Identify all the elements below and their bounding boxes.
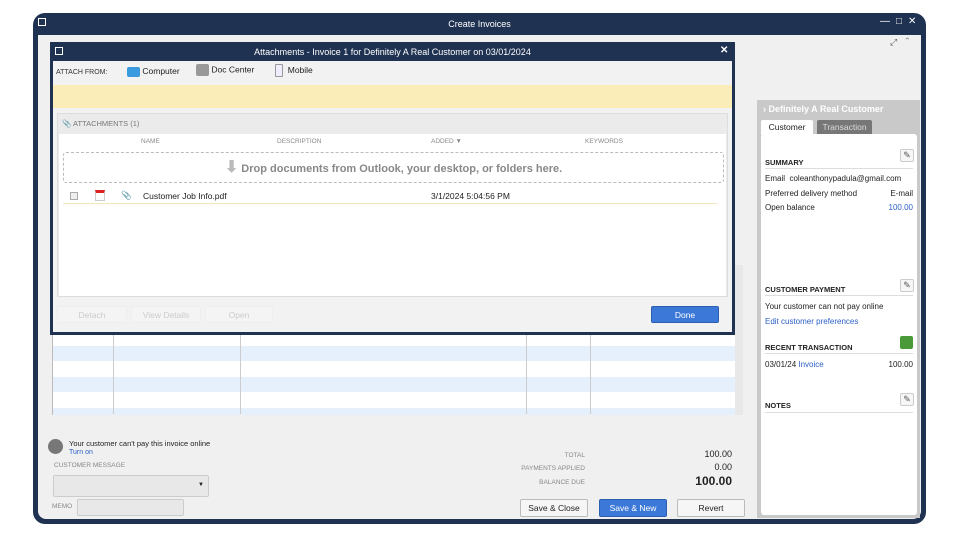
- edit-preferences-link[interactable]: Edit customer preferences: [765, 317, 858, 326]
- email-value: coleanthonypadula@gmail.com: [789, 174, 902, 183]
- edit-payment-pencil-icon[interactable]: ✎: [900, 279, 914, 292]
- row-checkbox[interactable]: [70, 192, 78, 200]
- edit-summary-pencil-icon[interactable]: ✎: [900, 149, 914, 162]
- drop-hint: Drop documents from Outlook, your deskto…: [241, 163, 563, 175]
- quick-report-icon[interactable]: [900, 336, 913, 349]
- delivery-value: E-mail: [890, 189, 913, 198]
- customer-message-label: CUSTOMER MESSAGE: [54, 462, 126, 469]
- window-controls[interactable]: —□✕: [880, 16, 922, 27]
- customer-panel-title[interactable]: › Definitely A Real Customer: [763, 104, 883, 114]
- mobile-label: Mobile: [287, 64, 313, 75]
- attachments-list[interactable]: NAME DESCRIPTION ADDED ▼ KEYWORDS ⬇ Drop…: [59, 134, 726, 296]
- recent-transaction-heading: RECENT TRANSACTION: [765, 343, 853, 352]
- column-added[interactable]: ADDED ▼: [431, 138, 462, 145]
- detach-button[interactable]: Detach: [57, 306, 127, 323]
- total-label: TOTAL: [564, 452, 585, 459]
- dialog-menu-icon[interactable]: [55, 47, 63, 55]
- customer-payment-heading: CUSTOMER PAYMENT: [765, 285, 846, 294]
- attachments-panel: 📎 ATTACHMENTS (1) NAME DESCRIPTION ADDED…: [57, 113, 728, 297]
- balance-due-label: BALANCE DUE: [539, 479, 585, 486]
- attach-from-computer[interactable]: Computer: [127, 66, 180, 77]
- paperclip-icon: 📎: [121, 190, 132, 200]
- customer-card: SUMMARY ✎ Email coleanthonypadula@gmail.…: [761, 134, 917, 515]
- online-payment-icon: [48, 439, 63, 454]
- grid-scrollbar[interactable]: [735, 265, 743, 415]
- transaction-amount: 100.00: [888, 360, 913, 369]
- open-balance-link[interactable]: 100.00: [889, 203, 913, 212]
- info-banner: [53, 85, 732, 108]
- doc-center-icon: [196, 64, 209, 76]
- edit-notes-pencil-icon[interactable]: ✎: [900, 393, 914, 406]
- attachments-count: ATTACHMENTS (1): [73, 119, 140, 128]
- computer-label: Computer: [142, 66, 180, 76]
- drop-zone[interactable]: ⬇ Drop documents from Outlook, your desk…: [63, 152, 724, 183]
- chevron-down-icon: ▼: [198, 482, 204, 488]
- revert-button[interactable]: Revert: [677, 499, 745, 517]
- customer-message-dropdown[interactable]: ▼: [53, 475, 209, 497]
- attachment-added: 3/1/2024 5:04:56 PM: [431, 191, 510, 201]
- column-name[interactable]: NAME: [141, 138, 160, 145]
- attach-from-label: ATTACH FROM:: [56, 69, 108, 76]
- dialog-title: Attachments - Invoice 1 for Definitely A…: [254, 47, 531, 57]
- expand-collapse-icons[interactable]: ⤢⌃: [890, 37, 917, 48]
- email-label: Email: [765, 174, 786, 183]
- online-payment-message: Your customer can't pay this invoice onl…: [69, 439, 211, 448]
- attach-from-doc-center[interactable]: Doc Center: [196, 64, 254, 76]
- doc-center-label: Doc Center: [211, 64, 255, 75]
- save-new-button[interactable]: Save & New: [599, 499, 667, 517]
- memo-label: MEMO: [52, 503, 73, 510]
- dialog-body: ATTACH FROM: Computer Doc Center Mobile …: [53, 61, 732, 332]
- mobile-icon: [275, 64, 283, 77]
- folder-icon: [127, 66, 140, 77]
- customer-name: Definitely A Real Customer: [768, 104, 884, 114]
- email-row: Email coleanthonypadula@gmail.com: [765, 174, 901, 183]
- open-balance-label: Open balance: [765, 203, 815, 212]
- save-close-button[interactable]: Save & Close: [520, 499, 588, 517]
- line-items-grid[interactable]: [52, 330, 742, 415]
- summary-heading: SUMMARY: [765, 158, 804, 167]
- column-description[interactable]: DESCRIPTION: [277, 138, 321, 145]
- column-keywords[interactable]: KEYWORDS: [585, 138, 623, 145]
- dialog-close-icon[interactable]: ✕: [720, 45, 728, 56]
- tab-transaction[interactable]: Transaction: [817, 120, 872, 134]
- tab-customer[interactable]: Customer: [761, 120, 813, 135]
- arrow-down-icon: ⬇: [224, 159, 239, 176]
- recent-transaction-row: 03/01/24 Invoice: [765, 360, 824, 369]
- payments-applied-value: 0.00: [714, 462, 732, 472]
- attachments-header: 📎 ATTACHMENTS (1): [62, 119, 140, 128]
- notes-heading: NOTES: [765, 401, 791, 410]
- window-title: Create Invoices: [448, 19, 511, 29]
- done-button[interactable]: Done: [651, 306, 719, 323]
- turn-on-link[interactable]: Turn on: [69, 449, 93, 456]
- delivery-label: Preferred delivery method: [765, 189, 858, 198]
- open-button[interactable]: Open: [205, 306, 273, 323]
- balance-due-value: 100.00: [695, 474, 732, 488]
- attachment-name[interactable]: Customer Job Info.pdf: [143, 191, 227, 201]
- transaction-link[interactable]: Invoice: [798, 360, 823, 369]
- payments-applied-label: PAYMENTS APPLIED: [521, 465, 585, 472]
- total-value: 100.00: [704, 449, 732, 459]
- memo-input[interactable]: [77, 499, 184, 516]
- payment-status-text: Your customer can not pay online: [765, 302, 884, 311]
- attach-from-mobile[interactable]: Mobile: [275, 64, 313, 77]
- transaction-date: 03/01/24: [765, 360, 797, 369]
- window-menu-icon[interactable]: [38, 18, 46, 26]
- view-details-button[interactable]: View Details: [131, 306, 201, 323]
- pdf-icon: [95, 190, 105, 201]
- attachment-row[interactable]: 📎 Customer Job Info.pdf 3/1/2024 5:04:56…: [63, 188, 717, 204]
